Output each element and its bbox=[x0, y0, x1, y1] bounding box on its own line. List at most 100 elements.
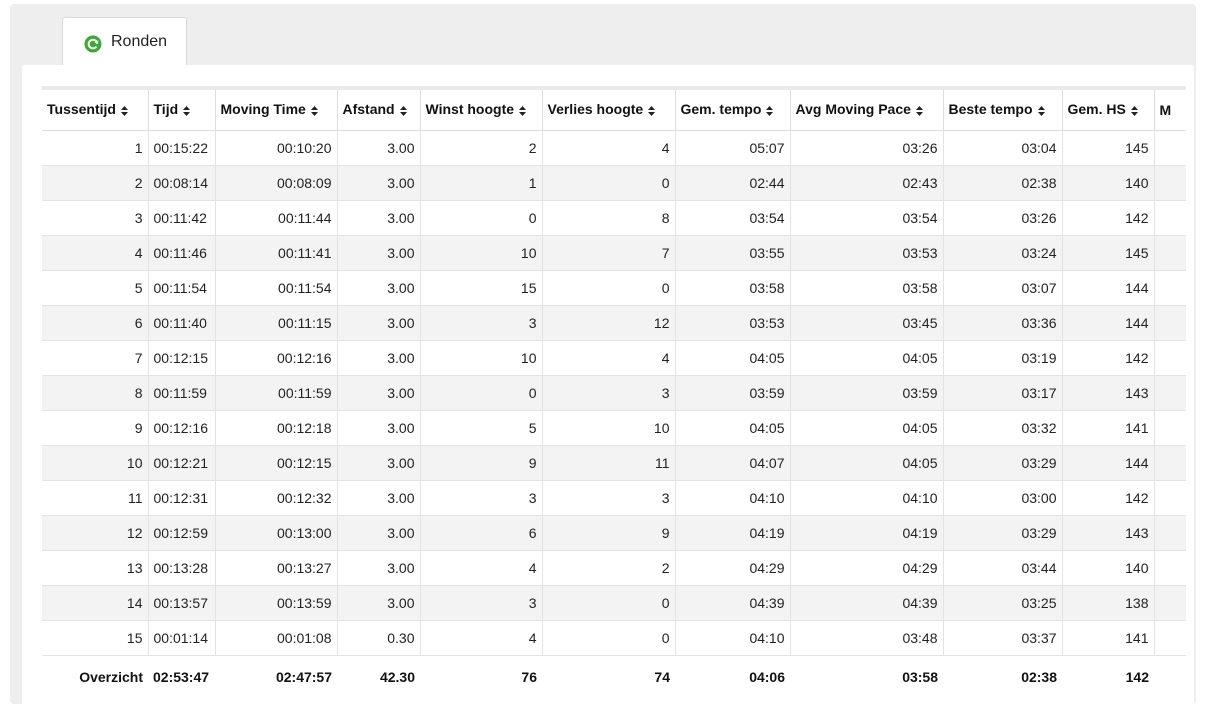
sort-icon[interactable] bbox=[1037, 103, 1045, 119]
cell-verlies-hoogte: 10 bbox=[542, 410, 676, 446]
sort-icon[interactable] bbox=[915, 103, 923, 119]
cell-afstand: 3.00 bbox=[337, 480, 421, 516]
cell-verlies-hoogte: 3 bbox=[542, 480, 676, 516]
laps-panel: Tussentijd Tijd Moving Time Afstand Winst ho… bbox=[22, 65, 1194, 705]
cell-afstand: 3.00 bbox=[337, 515, 421, 551]
cell-afstand: 3.00 bbox=[337, 410, 421, 446]
table-row[interactable]: 13 00:13:28 00:13:27 3.00 4 2 04:29 04:29 03:44 1… bbox=[42, 550, 1186, 586]
cell-winst-hoogte: 5 bbox=[420, 410, 543, 446]
cell-tijd: 00:11:40 bbox=[148, 305, 216, 341]
cell-afstand: 3.00 bbox=[337, 165, 421, 201]
cell-gem-hs: 144 bbox=[1062, 270, 1155, 306]
cell-m bbox=[1154, 620, 1186, 656]
cell-afstand: 3.00 bbox=[337, 305, 421, 341]
table-row[interactable]: 2 00:08:14 00:08:09 3.00 1 0 02:44 02:43 02:38 14… bbox=[42, 165, 1186, 201]
sort-icon[interactable] bbox=[766, 103, 774, 119]
cell-avg-moving-pace: 03:58 bbox=[790, 270, 944, 306]
cell-moving-time: 00:11:54 bbox=[215, 270, 338, 306]
laps-table-scroll[interactable]: Tussentijd Tijd Moving Time Afstand Winst ho… bbox=[42, 86, 1186, 705]
table-row[interactable]: 9 00:12:16 00:12:18 3.00 5 10 04:05 04:05 03:32 1… bbox=[42, 410, 1186, 446]
summary-cell-moving-time: 02:47:57 bbox=[215, 655, 337, 699]
cell-afstand: 3.00 bbox=[337, 340, 421, 376]
cell-moving-time: 00:12:18 bbox=[215, 410, 338, 446]
column-header-tijd[interactable]: Tijd bbox=[148, 86, 216, 131]
cell-winst-hoogte: 4 bbox=[420, 620, 543, 656]
column-header-winst-hoogte[interactable]: Winst hoogte bbox=[420, 86, 543, 131]
sort-icon[interactable] bbox=[648, 103, 656, 119]
cell-tussentijd: 2 bbox=[42, 165, 149, 201]
cell-m bbox=[1154, 270, 1186, 306]
table-row[interactable]: 15 00:01:14 00:01:08 0.30 4 0 04:10 03:48 03:37 1… bbox=[42, 620, 1186, 656]
cell-verlies-hoogte: 7 bbox=[542, 235, 676, 271]
column-header-afstand[interactable]: Afstand bbox=[337, 86, 421, 131]
sort-icon[interactable] bbox=[310, 103, 318, 119]
cell-afstand: 3.00 bbox=[337, 445, 421, 481]
tab-ronden[interactable]: Ronden bbox=[62, 17, 187, 65]
cell-tussentijd: 11 bbox=[42, 480, 149, 516]
table-row[interactable]: 5 00:11:54 00:11:54 3.00 15 0 03:58 03:58 03:07 1… bbox=[42, 270, 1186, 306]
table-row[interactable]: 4 00:11:46 00:11:41 3.00 10 7 03:55 03:53 03:24 1… bbox=[42, 235, 1186, 271]
cell-avg-moving-pace: 03:26 bbox=[790, 130, 944, 166]
table-row[interactable]: 14 00:13:57 00:13:59 3.00 3 0 04:39 04:39 03:25 1… bbox=[42, 585, 1186, 621]
table-row[interactable]: 10 00:12:21 00:12:15 3.00 9 11 04:07 04:05 03:29… bbox=[42, 445, 1186, 481]
cell-gem-tempo: 03:54 bbox=[675, 200, 791, 236]
summary-row: Overzicht 02:53:47 02:47:57 42.30 76 74 04:06 0… bbox=[42, 655, 1186, 699]
table-row[interactable]: 3 00:11:42 00:11:44 3.00 0 8 03:54 03:54 03:26 14… bbox=[42, 200, 1186, 236]
cell-beste-tempo: 03:26 bbox=[943, 200, 1063, 236]
column-header-label: Gem. HS bbox=[1067, 100, 1126, 117]
cell-m bbox=[1154, 445, 1186, 481]
cell-m bbox=[1154, 480, 1186, 516]
cell-gem-hs: 140 bbox=[1062, 550, 1155, 586]
sort-icon[interactable] bbox=[1130, 103, 1138, 119]
summary-cell-winst-hoogte: 76 bbox=[420, 655, 542, 699]
summary-cell-gem-tempo: 04:06 bbox=[675, 655, 790, 699]
sort-icon[interactable] bbox=[183, 103, 191, 119]
column-header-tussentijd[interactable]: Tussentijd bbox=[42, 86, 149, 131]
cell-avg-moving-pace: 04:05 bbox=[790, 410, 944, 446]
cell-tijd: 00:11:46 bbox=[148, 235, 216, 271]
column-header-beste-tempo[interactable]: Beste tempo bbox=[943, 86, 1063, 131]
cell-verlies-hoogte: 11 bbox=[542, 445, 676, 481]
table-row[interactable]: 6 00:11:40 00:11:15 3.00 3 12 03:53 03:45 03:36 1… bbox=[42, 305, 1186, 341]
cell-moving-time: 00:13:59 bbox=[215, 585, 338, 621]
cell-m bbox=[1154, 165, 1186, 201]
cell-gem-hs: 144 bbox=[1062, 445, 1155, 481]
sort-icon[interactable] bbox=[519, 103, 527, 119]
column-header-avg-moving-pace[interactable]: Avg Moving Pace bbox=[790, 86, 944, 131]
cell-gem-tempo: 03:58 bbox=[675, 270, 791, 306]
column-header-moving-time[interactable]: Moving Time bbox=[215, 86, 338, 131]
cell-gem-tempo: 04:19 bbox=[675, 515, 791, 551]
cell-afstand: 3.00 bbox=[337, 585, 421, 621]
cell-tussentijd: 9 bbox=[42, 410, 149, 446]
cell-tussentijd: 15 bbox=[42, 620, 149, 656]
cell-gem-hs: 140 bbox=[1062, 165, 1155, 201]
cell-beste-tempo: 03:32 bbox=[943, 410, 1063, 446]
sort-icon[interactable] bbox=[120, 103, 128, 119]
table-row[interactable]: 8 00:11:59 00:11:59 3.00 0 3 03:59 03:59 03:17 14… bbox=[42, 375, 1186, 411]
cell-tussentijd: 10 bbox=[42, 445, 149, 481]
column-header-label: Verlies hoogte bbox=[547, 100, 644, 117]
cell-verlies-hoogte: 9 bbox=[542, 515, 676, 551]
column-header-gem-tempo[interactable]: Gem. tempo bbox=[675, 86, 791, 131]
table-row[interactable]: 12 00:12:59 00:13:00 3.00 6 9 04:19 04:19 03:29 1… bbox=[42, 515, 1186, 551]
summary-cell-afstand: 42.30 bbox=[337, 655, 420, 699]
cell-afstand: 3.00 bbox=[337, 270, 421, 306]
cell-winst-hoogte: 2 bbox=[420, 130, 543, 166]
summary-cell-m bbox=[1154, 655, 1186, 699]
column-header-gem-hs[interactable]: Gem. HS bbox=[1062, 86, 1155, 131]
cell-tussentijd: 1 bbox=[42, 130, 149, 166]
cell-verlies-hoogte: 0 bbox=[542, 585, 676, 621]
column-header-verlies-hoogte[interactable]: Verlies hoogte bbox=[542, 86, 676, 131]
column-header-m[interactable]: M bbox=[1154, 86, 1186, 131]
tab-label: Ronden bbox=[111, 33, 168, 50]
cell-m bbox=[1154, 410, 1186, 446]
cell-avg-moving-pace: 04:29 bbox=[790, 550, 944, 586]
cell-beste-tempo: 03:19 bbox=[943, 340, 1063, 376]
cell-gem-hs: 138 bbox=[1062, 585, 1155, 621]
cell-gem-tempo: 04:10 bbox=[675, 480, 791, 516]
table-row[interactable]: 1 00:15:22 00:10:20 3.00 2 4 05:07 03:26 03:04 14… bbox=[42, 130, 1186, 166]
table-row[interactable]: 7 00:12:15 00:12:16 3.00 10 4 04:05 04:05 03:19 1… bbox=[42, 340, 1186, 376]
sort-icon[interactable] bbox=[399, 103, 407, 119]
column-header-label: Moving Time bbox=[220, 100, 306, 117]
table-row[interactable]: 11 00:12:31 00:12:32 3.00 3 3 04:10 04:10 03:00 1… bbox=[42, 480, 1186, 516]
